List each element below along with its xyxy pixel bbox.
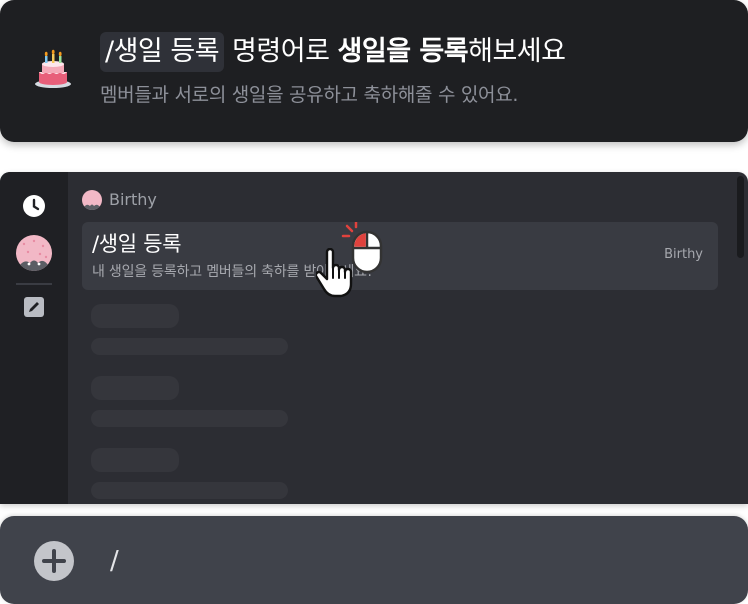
command-source: Birthy [664,247,703,262]
banner-subtitle: 멤버들과 서로의 생일을 공유하고 축하해줄 수 있어요. [100,84,519,106]
banner-text-mid: 명령어로 [232,36,330,67]
bot-avatar[interactable] [16,235,52,271]
edit-icon[interactable] [23,296,45,318]
scrollbar[interactable] [737,176,744,258]
birthday-cake-icon [35,49,71,88]
skeleton-placeholder [91,304,179,328]
instruction-banner: /생일 등록 명령어로 생일을 등록 해보세요 멤버들과 서로의 생일을 공유하… [0,0,748,142]
plus-icon[interactable] [34,541,74,581]
sidebar-divider [16,283,52,285]
command-sidebar [0,172,68,504]
message-input-bar[interactable]: / [0,516,748,604]
command-suggestion[interactable]: /생일 등록 내 생일을 등록하고 멤버들의 축하를 받아보세요! Birthy [82,222,718,290]
skeleton-placeholder [91,448,179,472]
banner-text-end: 해보세요 [468,36,566,67]
skeleton-placeholder [91,338,288,355]
banner-headline: /생일 등록 명령어로 생일을 등록 해보세요 [100,32,566,72]
command-chip: /생일 등록 [100,32,225,72]
skeleton-placeholder [91,482,288,499]
skeleton-placeholder [91,410,288,427]
banner-text-bold: 생일을 등록 [337,36,469,67]
message-input[interactable]: / [110,544,119,578]
clock-icon[interactable] [22,194,46,218]
bot-header: Birthy [82,190,157,210]
command-title: /생일 등록 [92,232,182,256]
skeleton-placeholder [91,376,179,400]
bot-avatar-small [82,190,102,210]
bot-name: Birthy [109,190,157,209]
hand-cursor-icon [316,248,353,298]
